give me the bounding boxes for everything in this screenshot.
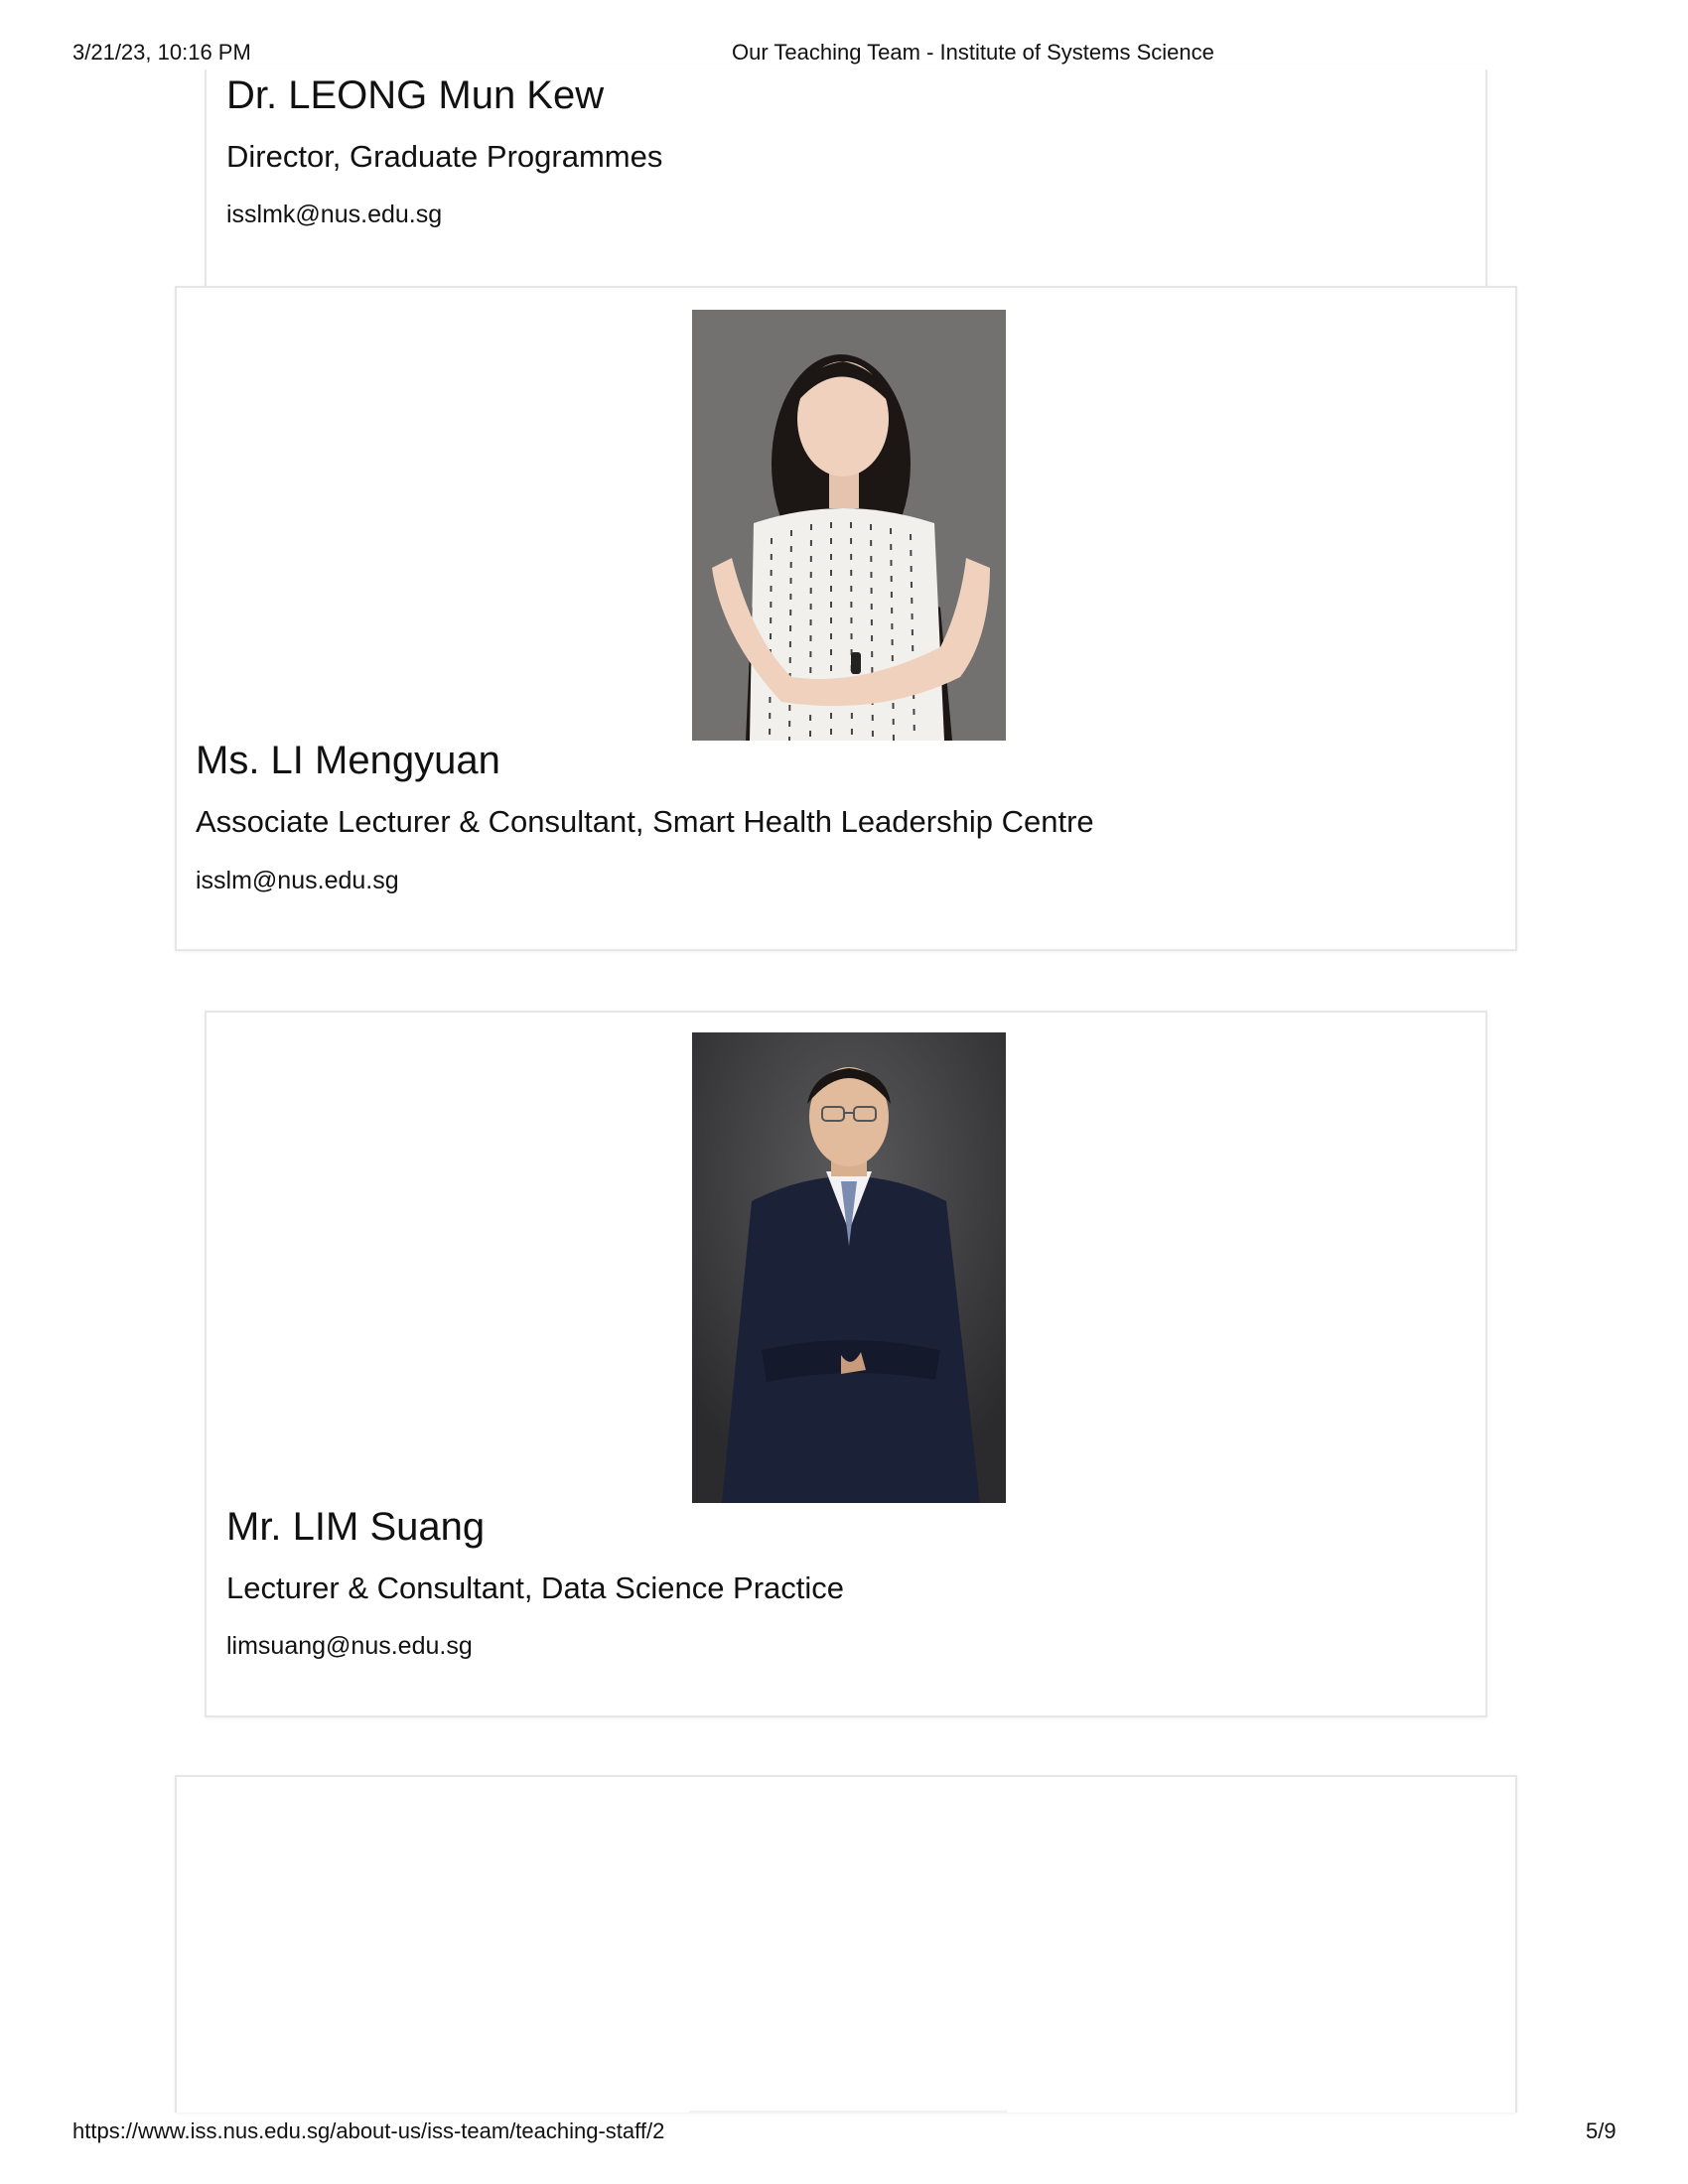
staff-card-leong: Dr. LEONG Mun Kew Director, Graduate Pro… — [205, 69, 1487, 288]
staff-name: Dr. LEONG Mun Kew — [226, 73, 605, 117]
portrait-image — [692, 1032, 1006, 1503]
staff-photo — [692, 1032, 1006, 1503]
staff-email-link[interactable]: isslm@nus.edu.sg — [196, 867, 399, 895]
print-url: https://www.iss.nus.edu.sg/about-us/iss-… — [72, 2118, 665, 2143]
staff-email-link[interactable]: limsuang@nus.edu.sg — [226, 1632, 473, 1661]
staff-email-link[interactable]: isslmk@nus.edu.sg — [226, 201, 442, 229]
staff-name: Mr. LIM Suang — [226, 1505, 486, 1549]
photo-placeholder-edge — [689, 2111, 1007, 2113]
staff-title: Lecturer & Consultant, Data Science Prac… — [226, 1570, 845, 1605]
print-page-title: Our Teaching Team - Institute of Systems… — [732, 40, 1214, 65]
staff-title: Director, Graduate Programmes — [226, 139, 663, 174]
staff-card-lim: Mr. LIM Suang Lecturer & Consultant, Dat… — [205, 1011, 1487, 1717]
portrait-image — [692, 310, 1006, 741]
staff-card-li: Ms. LI Mengyuan Associate Lecturer & Con… — [175, 286, 1517, 951]
print-datetime: 3/21/23, 10:16 PM — [72, 40, 251, 65]
staff-photo — [692, 310, 1006, 741]
staff-name: Ms. LI Mengyuan — [196, 739, 500, 782]
staff-card-next — [175, 1775, 1517, 2113]
print-page-number: 5/9 — [1586, 2118, 1617, 2143]
staff-title: Associate Lecturer & Consultant, Smart H… — [196, 804, 1094, 839]
